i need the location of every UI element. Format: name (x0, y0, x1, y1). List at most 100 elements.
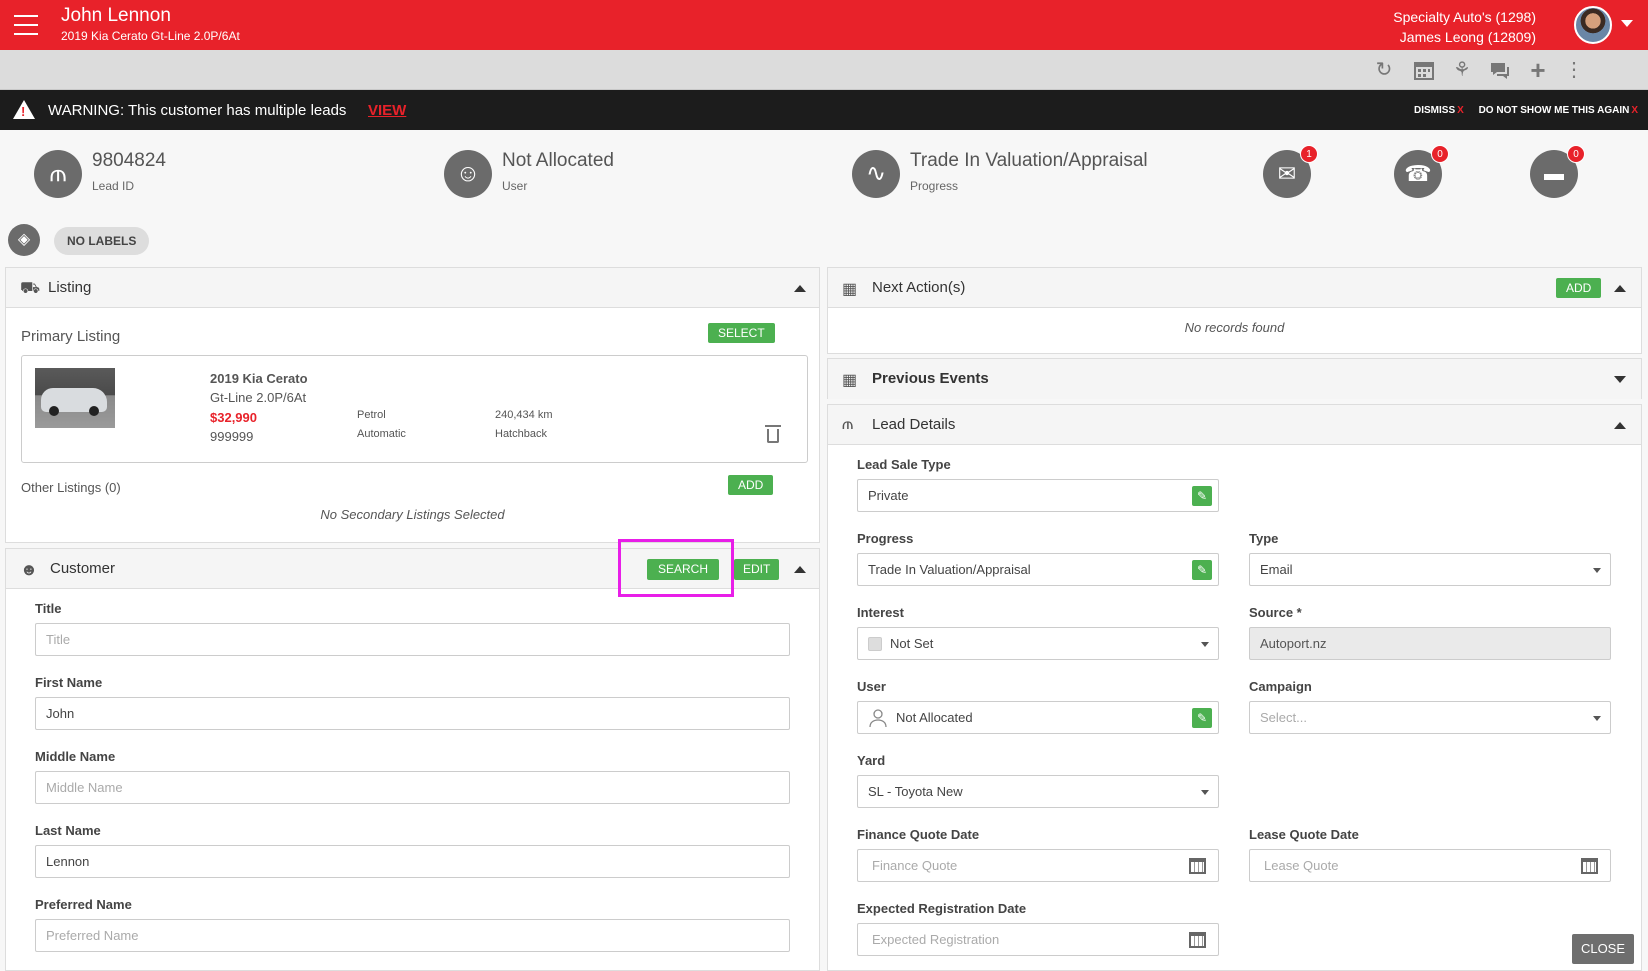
calendar-icon[interactable] (1581, 858, 1598, 874)
last-name-field[interactable]: Lennon (35, 845, 790, 878)
next-actions-header: ▦ Next Action(s) ADD (828, 268, 1641, 308)
car-price: $32,990 (210, 410, 257, 425)
labels-badge[interactable]: NO LABELS (54, 227, 150, 255)
warning-icon (13, 100, 35, 119)
previous-events-panel[interactable]: ▦ Previous Events (827, 358, 1642, 399)
toolbar: ↻ ⚘ + ⋮ (0, 50, 1648, 90)
account-info[interactable]: Specialty Auto's (1298) James Leong (128… (1393, 7, 1536, 47)
customer-panel: ☻ Customer SEARCH EDIT Title Title First… (5, 539, 820, 971)
select-listing-button[interactable]: SELECT (708, 323, 775, 343)
chevron-down-icon (1201, 642, 1209, 647)
phone-count-badge: 0 (1431, 145, 1449, 163)
body-type: Hatchback (495, 428, 547, 440)
source-label: Source * (1249, 605, 1302, 620)
tag-icon[interactable]: ◈ (8, 224, 40, 256)
refresh-icon[interactable]: ↻ (1372, 59, 1396, 81)
finance-date-label: Finance Quote Date (857, 827, 980, 842)
finance-date-field[interactable]: Finance Quote (857, 849, 1219, 882)
preferred-name-label: Preferred Name (35, 897, 132, 912)
user-outline-icon (869, 709, 887, 728)
interest-select[interactable]: Not Set (857, 627, 1219, 660)
chevron-down-icon[interactable] (1621, 20, 1633, 27)
car-image (35, 368, 115, 428)
user-field: Not Allocated ✎ (857, 701, 1219, 734)
type-select[interactable]: Email (1249, 553, 1611, 586)
sms-count-badge: 0 (1567, 145, 1585, 163)
next-actions-panel: ▦ Next Action(s) ADD No records found (827, 267, 1642, 354)
lease-date-placeholder: Lease Quote (1264, 858, 1339, 873)
middle-name-field[interactable]: Middle Name (35, 771, 790, 804)
lease-date-label: Lease Quote Date (1249, 827, 1359, 842)
sale-type-field: Private ✎ (857, 479, 1219, 512)
primary-listing-title: Primary Listing (21, 328, 121, 345)
calendar-icon: ▦ (842, 281, 858, 298)
pencil-icon[interactable]: ✎ (1192, 486, 1212, 506)
first-name-field[interactable]: John (35, 697, 790, 730)
progress-label: Progress (910, 179, 959, 193)
menu-icon[interactable] (14, 15, 38, 35)
lease-date-field[interactable]: Lease Quote (1249, 849, 1611, 882)
title-field[interactable]: Title (35, 623, 790, 656)
do-not-show-button[interactable]: DO NOT SHOW ME THIS AGAIN X (1479, 105, 1638, 116)
collapse-icon[interactable] (794, 285, 806, 292)
title-label: Title (35, 601, 62, 616)
calendar-icon[interactable] (1189, 932, 1206, 948)
middle-name-label: Middle Name (35, 749, 116, 764)
add-listing-button[interactable]: ADD (728, 475, 774, 495)
car-name: 2019 Kia Cerato (210, 371, 308, 386)
finance-date-placeholder: Finance Quote (872, 858, 958, 873)
highlight-box (618, 539, 734, 597)
lead-id-value: 9804824 (92, 150, 166, 171)
trash-icon[interactable] (765, 425, 781, 443)
user-icon: ☻ (20, 560, 38, 579)
yard-label: Yard (857, 753, 886, 768)
collapse-icon[interactable] (794, 566, 806, 573)
calendar-icon[interactable] (1189, 858, 1206, 874)
type-value: Email (1260, 562, 1293, 577)
avatar[interactable] (1574, 6, 1612, 44)
do-not-show-label: DO NOT SHOW ME THIS AGAIN (1478, 105, 1630, 116)
sale-type-value: Private (868, 488, 909, 503)
yard-select[interactable]: SL - Toyota New (857, 775, 1219, 808)
lead-id-label: Lead ID (92, 179, 135, 193)
collapse-icon[interactable] (1614, 422, 1626, 429)
interest-label: Interest (857, 605, 904, 620)
pencil-icon[interactable]: ✎ (1192, 560, 1212, 580)
listing-header[interactable]: ⛟ Listing (6, 268, 819, 308)
plus-icon[interactable]: + (1526, 57, 1550, 83)
primary-listing-card[interactable]: 2019 Kia Cerato Gt-Line 2.0P/6At $32,990… (21, 355, 808, 463)
chevron-down-icon (1593, 716, 1601, 721)
no-secondary-text: No Secondary Listings Selected (320, 507, 505, 522)
user-value: Not Allocated (896, 710, 973, 725)
more-vertical-icon[interactable]: ⋮ (1562, 59, 1586, 81)
progress-value: Trade In Valuation/Appraisal (910, 150, 1148, 171)
checkbox-icon (868, 637, 882, 651)
first-name-label: First Name (35, 675, 103, 690)
close-button[interactable]: CLOSE (1572, 934, 1634, 964)
email-count-badge: 1 (1300, 145, 1318, 163)
add-action-button[interactable]: ADD (1556, 278, 1602, 298)
previous-events-header[interactable]: ▦ Previous Events (828, 359, 1641, 399)
dismiss-button[interactable]: DISMISS X (1414, 105, 1464, 116)
expand-icon[interactable] (1614, 376, 1626, 383)
pencil-icon[interactable]: ✎ (1192, 708, 1212, 728)
campaign-select[interactable]: Select... (1249, 701, 1611, 734)
collapse-icon[interactable] (1614, 285, 1626, 292)
lead-details-title: Lead Details (872, 416, 956, 433)
view-leads-link[interactable]: VIEW (368, 102, 406, 119)
road-icon: ∿ (852, 150, 900, 198)
campaign-placeholder: Select... (1260, 710, 1307, 725)
odometer: 240,434 km (495, 409, 553, 421)
edit-customer-button[interactable]: EDIT (734, 559, 780, 580)
preferred-name-field[interactable]: Preferred Name (35, 919, 790, 952)
close-icon: X (1631, 105, 1638, 116)
calendar-icon[interactable] (1412, 59, 1436, 81)
interest-value: Not Set (890, 636, 934, 651)
handshake-icon[interactable]: ⚘ (1450, 59, 1474, 81)
stock-number: 999999 (210, 429, 254, 444)
user-label: User (857, 679, 886, 694)
expected-reg-field[interactable]: Expected Registration (857, 923, 1219, 956)
funnel-icon: ⫙ (842, 416, 854, 433)
dismiss-label: DISMISS (1414, 105, 1456, 116)
chat-icon[interactable] (1488, 59, 1512, 81)
